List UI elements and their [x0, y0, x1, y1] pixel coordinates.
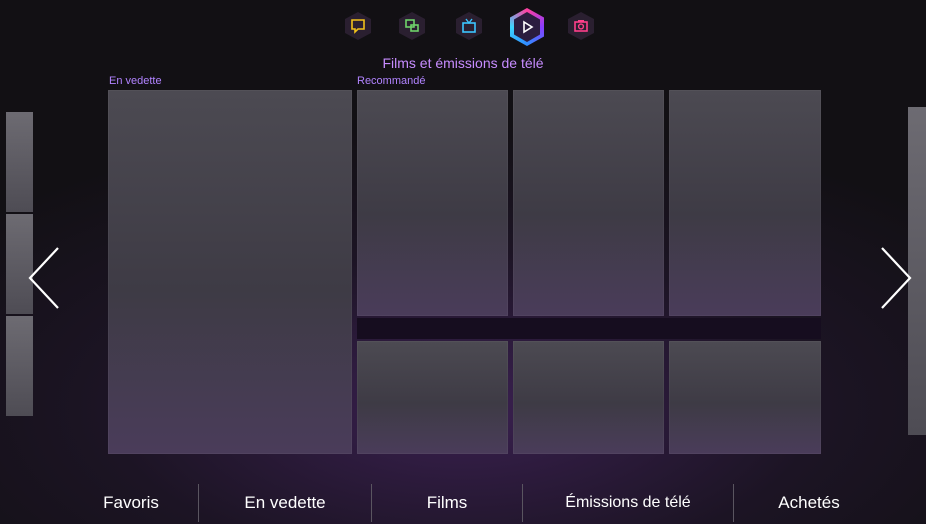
camera-icon[interactable]: [568, 12, 594, 40]
recommended-label: Recommandé: [357, 75, 426, 87]
page-title: Films et émissions de télé: [382, 55, 544, 71]
recommended-tile[interactable]: [669, 90, 821, 316]
recommended-tile[interactable]: [513, 341, 664, 454]
chevron-right-icon[interactable]: [878, 245, 914, 311]
play-icon[interactable]: [510, 8, 544, 46]
recommended-tile[interactable]: [357, 90, 508, 316]
chat-bubble-icon[interactable]: [345, 12, 371, 40]
recommended-tile[interactable]: [357, 341, 508, 454]
nav-item-en-vedette[interactable]: En vedette: [199, 484, 371, 522]
nav-item-emissions-de-tele[interactable]: Émissions de télé: [523, 484, 733, 522]
multiscreen-icon[interactable]: [399, 12, 425, 40]
featured-label: En vedette: [109, 75, 162, 87]
nav-item-achetes[interactable]: Achetés: [734, 484, 884, 522]
recommended-tile[interactable]: [669, 341, 821, 454]
row-divider: [357, 318, 821, 339]
previous-page-panel[interactable]: [6, 112, 33, 212]
recommended-tile[interactable]: [513, 90, 664, 316]
nav-item-favoris[interactable]: Favoris: [64, 484, 198, 522]
featured-tile[interactable]: [108, 90, 352, 454]
bottom-nav: Favoris En vedette Films Émissions de té…: [64, 484, 884, 522]
nav-item-films[interactable]: Films: [372, 484, 522, 522]
previous-page-panel[interactable]: [6, 316, 33, 416]
chevron-left-icon[interactable]: [26, 245, 62, 311]
category-icon-bar: [0, 8, 926, 46]
tv-icon[interactable]: [456, 12, 482, 40]
